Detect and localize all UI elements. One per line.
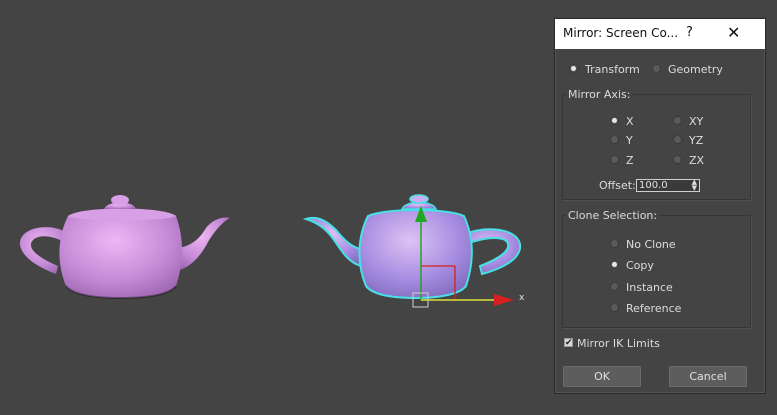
offset-spinner[interactable]: 100.0 ▲ ▼: [636, 179, 700, 192]
instance-option: Instance: [626, 281, 673, 294]
mirror-axis-label: Mirror Axis:: [566, 88, 633, 101]
axis-yz-option: YZ: [689, 134, 704, 147]
spinner-arrows-icon[interactable]: ▲ ▼: [692, 179, 697, 192]
no-clone-option: No Clone: [626, 238, 676, 251]
copy-option: Copy: [626, 259, 654, 272]
transform-radio[interactable]: [569, 64, 578, 73]
reference-option: Reference: [626, 302, 682, 315]
axis-xy-option: XY: [689, 115, 704, 128]
axis-y-option: Y: [626, 134, 633, 147]
geometry-radio[interactable]: [652, 64, 661, 73]
axis-z-option: Z: [626, 154, 634, 167]
teapot-mirrored[interactable]: [302, 194, 522, 300]
mirror-ik-label: Mirror IK Limits: [577, 337, 660, 350]
axis-x-radio[interactable]: [610, 116, 619, 125]
no-clone-radio[interactable]: [610, 239, 619, 248]
mirror-ik-checkbox[interactable]: ✔: [564, 338, 573, 348]
geometry-label: Geometry: [668, 63, 723, 76]
axis-yz-radio[interactable]: [673, 135, 682, 144]
transform-label: Transform: [585, 63, 640, 76]
cancel-button[interactable]: Cancel: [669, 366, 747, 387]
axis-zx-option: ZX: [689, 154, 705, 167]
axis-x-label: x: [519, 293, 525, 303]
axis-y-radio[interactable]: [610, 135, 619, 144]
dialog-title: Mirror: Screen Co...: [563, 26, 679, 40]
close-icon[interactable]: ✕: [727, 23, 740, 42]
axis-z-radio[interactable]: [610, 155, 619, 164]
axis-zx-radio[interactable]: [673, 155, 682, 164]
offset-value: 100.0: [639, 180, 668, 191]
dialog-titlebar[interactable]: Mirror: Screen Co... ? ✕: [555, 19, 765, 49]
ok-button[interactable]: OK: [563, 366, 641, 387]
teapot-original[interactable]: [19, 195, 230, 300]
instance-radio[interactable]: [610, 282, 619, 291]
axis-xy-radio[interactable]: [673, 116, 682, 125]
reference-radio[interactable]: [610, 303, 619, 312]
copy-radio[interactable]: [610, 260, 619, 269]
offset-label: Offset:: [599, 179, 636, 192]
axis-x-option: X: [626, 115, 634, 128]
clone-selection-label: Clone Selection:: [566, 209, 660, 222]
help-button[interactable]: ?: [686, 25, 693, 40]
mirror-dialog: Mirror: Screen Co... ? ✕ Transform Geome…: [554, 18, 766, 394]
